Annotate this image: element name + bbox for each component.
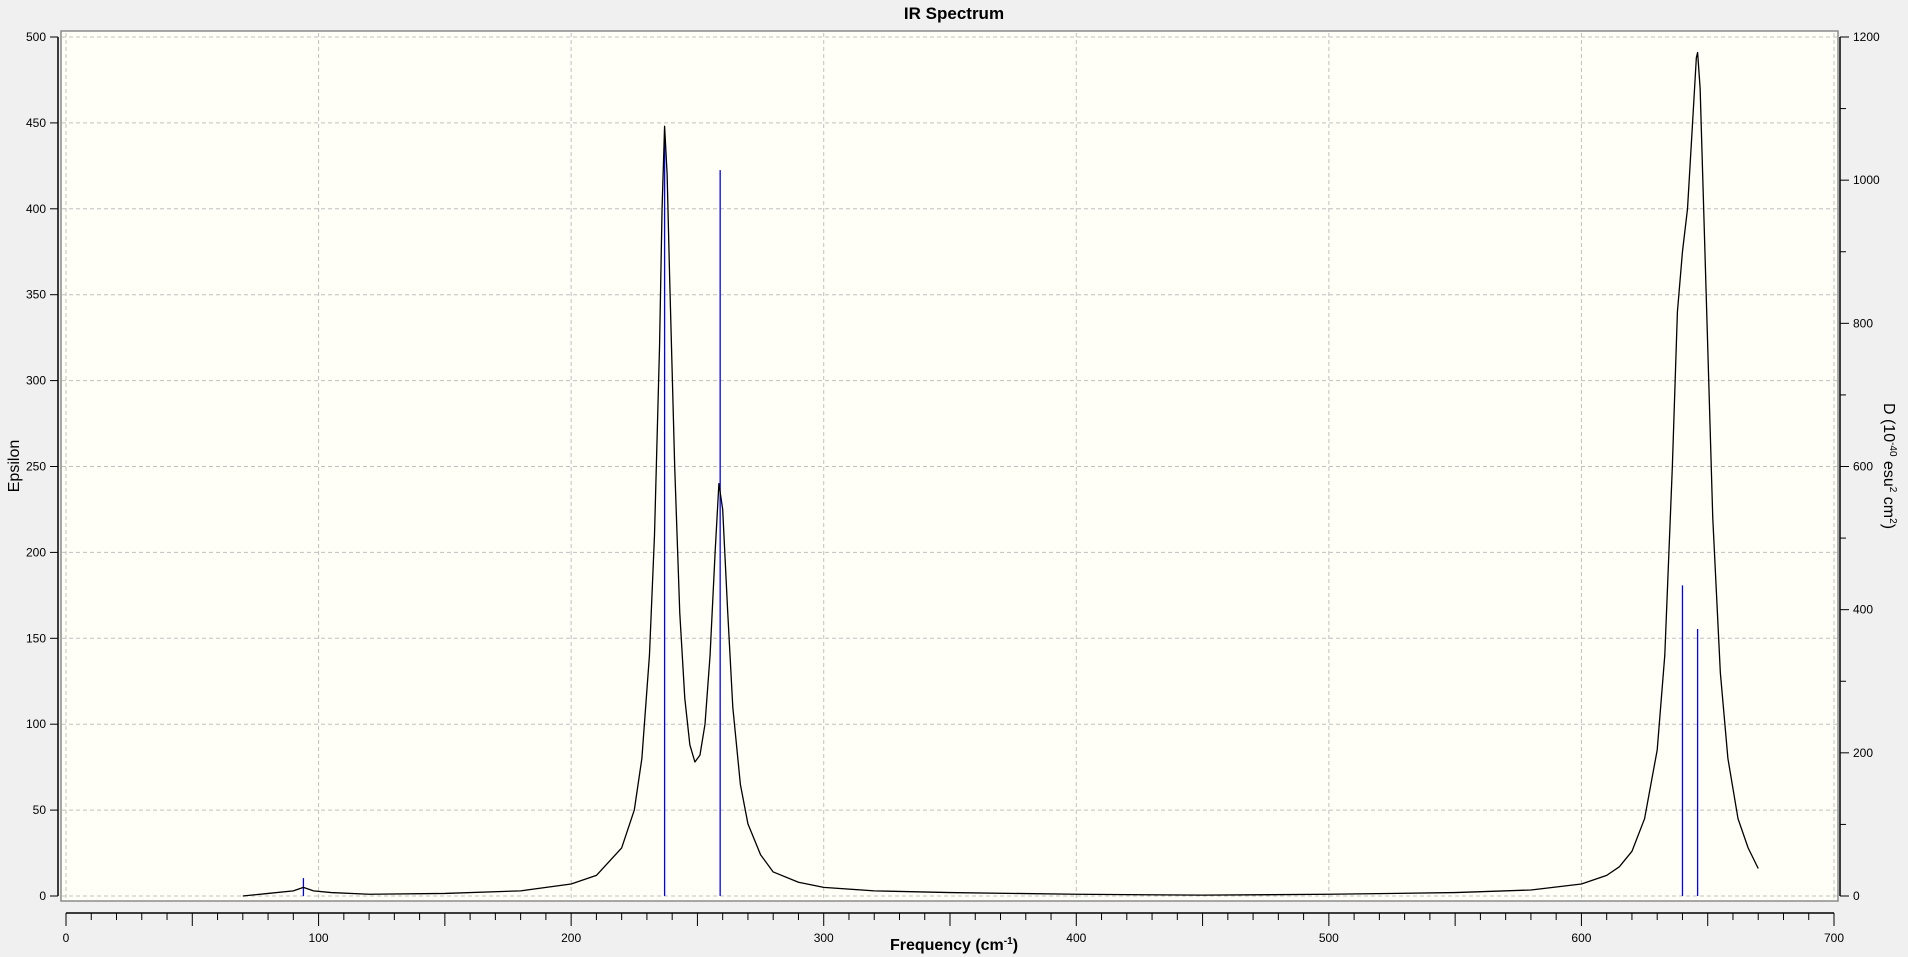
x-tick-label: 100 [309,931,329,945]
y2-tick-label: 1200 [1853,30,1880,44]
y-axis-title: Epsilon [6,440,23,492]
y-tick-label: 50 [33,803,47,817]
y-tick-label: 0 [39,889,46,903]
y-tick-label: 250 [26,460,46,474]
y-tick-label: 100 [26,717,46,731]
y-tick-label: 500 [26,30,46,44]
x-tick-label: 200 [561,931,581,945]
y-tick-label: 300 [26,374,46,388]
x-tick-label: 700 [1824,931,1844,945]
y-tick-label: 200 [26,545,46,559]
x-tick-label: 400 [1066,931,1086,945]
y2-tick-label: 1000 [1853,173,1880,187]
x-axis-title: Frequency (cm-1) [890,936,1018,954]
y2-tick-label: 400 [1853,603,1873,617]
y-tick-label: 350 [26,288,46,302]
y-tick-label: 150 [26,631,46,645]
y-tick-label: 400 [26,202,46,216]
x-tick-label: 300 [814,931,834,945]
y2-tick-label: 600 [1853,460,1873,474]
x-tick-label: 0 [63,931,70,945]
y2-axis-title: D (10-40 esu2 cm2) [1880,403,1898,529]
plot-area [60,30,1839,902]
y-tick-label: 450 [26,116,46,130]
x-tick-label: 600 [1571,931,1591,945]
ir-spectrum-chart: IR Spectrum 0 100 200 300 400 500 600 700 0 50 100… [6,4,1898,954]
x-tick-label: 500 [1319,931,1339,945]
y2-tick-label: 800 [1853,316,1873,330]
chart-title: IR Spectrum [904,4,1004,23]
y2-tick-label: 200 [1853,746,1873,760]
y2-tick-label: 0 [1853,889,1860,903]
